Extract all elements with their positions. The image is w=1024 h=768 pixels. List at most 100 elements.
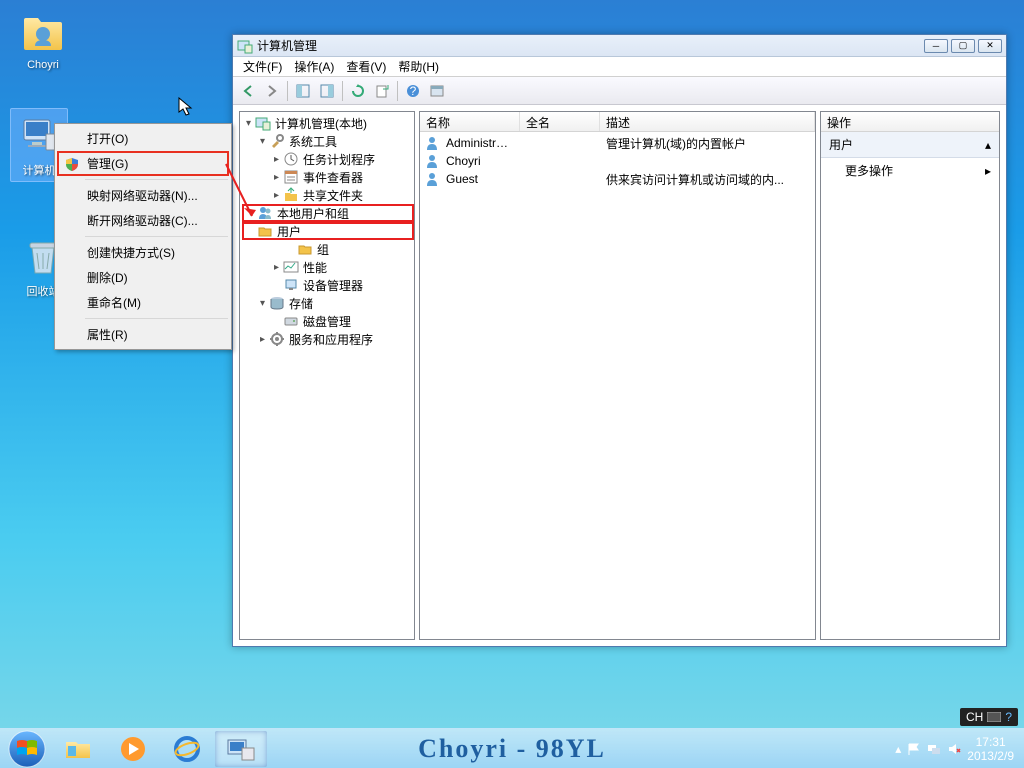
volume-icon[interactable]: [947, 742, 961, 756]
system-tray: ▴ 17:31 2013/2/9: [895, 735, 1022, 763]
maximize-button[interactable]: ▢: [951, 39, 975, 53]
ie-icon: [173, 735, 201, 763]
task-ie[interactable]: [161, 731, 213, 767]
help-button[interactable]: ?: [402, 80, 424, 102]
desktop-icon-choyri[interactable]: Choyri: [14, 8, 72, 72]
menu-view[interactable]: 查看(V): [340, 56, 392, 77]
expand-icon[interactable]: ▸: [270, 154, 283, 165]
tree-label: 系统工具: [287, 133, 339, 150]
up-button[interactable]: [292, 80, 314, 102]
tree-label: 事件查看器: [301, 169, 365, 186]
tree-node-services[interactable]: ▸服务和应用程序: [242, 330, 414, 348]
action-section-users[interactable]: 用户 ▴: [821, 132, 999, 158]
user-row[interactable]: Choyri: [420, 152, 815, 170]
task-mmc[interactable]: [215, 731, 267, 767]
pane2-icon: [320, 84, 334, 98]
tree-label: 设备管理器: [301, 277, 365, 294]
language-indicator[interactable]: CH ?: [960, 708, 1018, 726]
minimize-button[interactable]: ─: [924, 39, 948, 53]
list-pane[interactable]: 名称 全名 描述 Administrat...管理计算机(域)的内置帐户 Choy…: [419, 111, 816, 640]
menu-manage[interactable]: 管理(G): [57, 151, 229, 176]
tree-node-tools[interactable]: ▾ 系统工具: [242, 132, 414, 150]
properties-button[interactable]: [316, 80, 338, 102]
expand-icon[interactable]: ▸: [270, 172, 283, 183]
expand-icon[interactable]: ▸: [270, 262, 283, 273]
window-title: 计算机管理: [257, 37, 921, 54]
expand-icon[interactable]: ▾: [256, 136, 269, 147]
tree-label: 任务计划程序: [301, 151, 377, 168]
disk-icon: [283, 313, 299, 329]
event-icon: [283, 169, 299, 185]
refresh-button[interactable]: [347, 80, 369, 102]
cell-desc: 管理计算机(域)的内置帐户: [600, 135, 815, 152]
menu-create-shortcut[interactable]: 创建快捷方式(S): [57, 240, 229, 265]
list-header: 名称 全名 描述: [420, 112, 815, 132]
menu-help[interactable]: 帮助(H): [392, 56, 445, 77]
clock[interactable]: 17:31 2013/2/9: [967, 735, 1014, 763]
tree-node-disk[interactable]: 磁盘管理: [242, 312, 414, 330]
col-desc[interactable]: 描述: [600, 112, 815, 131]
menu-rename[interactable]: 重命名(M): [57, 290, 229, 315]
share-icon: [283, 187, 299, 203]
menu-open[interactable]: 打开(O): [57, 126, 229, 151]
tree-node-share[interactable]: ▸共享文件夹: [242, 186, 414, 204]
task-media-player[interactable]: [107, 731, 159, 767]
user-row[interactable]: Guest供来宾访问计算机或访问域的内...: [420, 170, 815, 188]
expand-icon[interactable]: ▾: [256, 298, 269, 309]
explorer-icon: [64, 736, 94, 762]
show-hidden-icon[interactable]: ▴: [895, 742, 901, 756]
back-button[interactable]: [237, 80, 259, 102]
tree-node-folder[interactable]: 用户: [242, 222, 414, 240]
menu-properties[interactable]: 属性(R): [57, 322, 229, 347]
tree-node-perf[interactable]: ▸性能: [242, 258, 414, 276]
user-folder-icon: [21, 10, 65, 54]
submenu-arrow-icon: ▸: [985, 164, 991, 178]
col-name[interactable]: 名称: [420, 112, 520, 131]
show-hide-button[interactable]: [426, 80, 448, 102]
cell-desc: 供来宾访问计算机或访问域的内...: [600, 171, 815, 188]
forward-button[interactable]: [261, 80, 283, 102]
back-arrow-icon: [241, 84, 255, 98]
network-icon[interactable]: [927, 742, 941, 756]
expand-icon[interactable]: ▸: [270, 190, 283, 201]
export-button[interactable]: [371, 80, 393, 102]
window-titlebar[interactable]: 计算机管理 ─ ▢ ✕: [233, 35, 1006, 57]
tree-node-users[interactable]: ▾本地用户和组: [242, 204, 414, 222]
user-row[interactable]: Administrat...管理计算机(域)的内置帐户: [420, 134, 815, 152]
menu-file[interactable]: 文件(F): [237, 56, 288, 77]
uac-shield-icon: [65, 157, 79, 171]
user-icon: [424, 135, 440, 151]
tree-node-storage[interactable]: ▾存储: [242, 294, 414, 312]
menu-map-drive[interactable]: 映射网络驱动器(N)...: [57, 183, 229, 208]
tree-label: 磁盘管理: [301, 313, 353, 330]
start-button[interactable]: [2, 730, 52, 768]
cell-name: Choyri: [440, 154, 520, 168]
storage-icon: [269, 295, 285, 311]
close-button[interactable]: ✕: [978, 39, 1002, 53]
action-pane: 操作 用户 ▴ 更多操作 ▸: [820, 111, 1000, 640]
help-icon: ?: [406, 84, 420, 98]
expand-icon[interactable]: ▸: [256, 334, 269, 345]
tree-node-scheduler[interactable]: ▸ 任务计划程序: [242, 150, 414, 168]
menu-separator: [85, 318, 228, 319]
col-fullname[interactable]: 全名: [520, 112, 600, 131]
tree-node-folder[interactable]: 组: [242, 240, 414, 258]
menu-separator: [85, 236, 228, 237]
menu-disconnect-drive[interactable]: 断开网络驱动器(C)...: [57, 208, 229, 233]
tools-icon: [269, 133, 285, 149]
help-small-icon: ?: [1005, 710, 1012, 724]
mmc-task-icon: [226, 736, 256, 762]
expand-icon[interactable]: ▾: [242, 118, 255, 129]
tree-node-mmc[interactable]: ▾计算机管理(本地): [242, 114, 414, 132]
tree-pane[interactable]: ▾计算机管理(本地)▾系统工具▸任务计划程序▸事件查看器▸共享文件夹▾本地用户和…: [239, 111, 415, 640]
toolbar: ?: [233, 77, 1006, 105]
flag-icon[interactable]: [907, 742, 921, 756]
task-explorer[interactable]: [53, 731, 105, 767]
tree-node-device[interactable]: 设备管理器: [242, 276, 414, 294]
menu-action[interactable]: 操作(A): [288, 56, 340, 77]
menu-delete[interactable]: 删除(D): [57, 265, 229, 290]
mmc-icon: [237, 38, 253, 54]
action-more[interactable]: 更多操作 ▸: [821, 158, 999, 183]
tree-node-event[interactable]: ▸ 事件查看器: [242, 168, 414, 186]
menu-separator: [85, 179, 228, 180]
